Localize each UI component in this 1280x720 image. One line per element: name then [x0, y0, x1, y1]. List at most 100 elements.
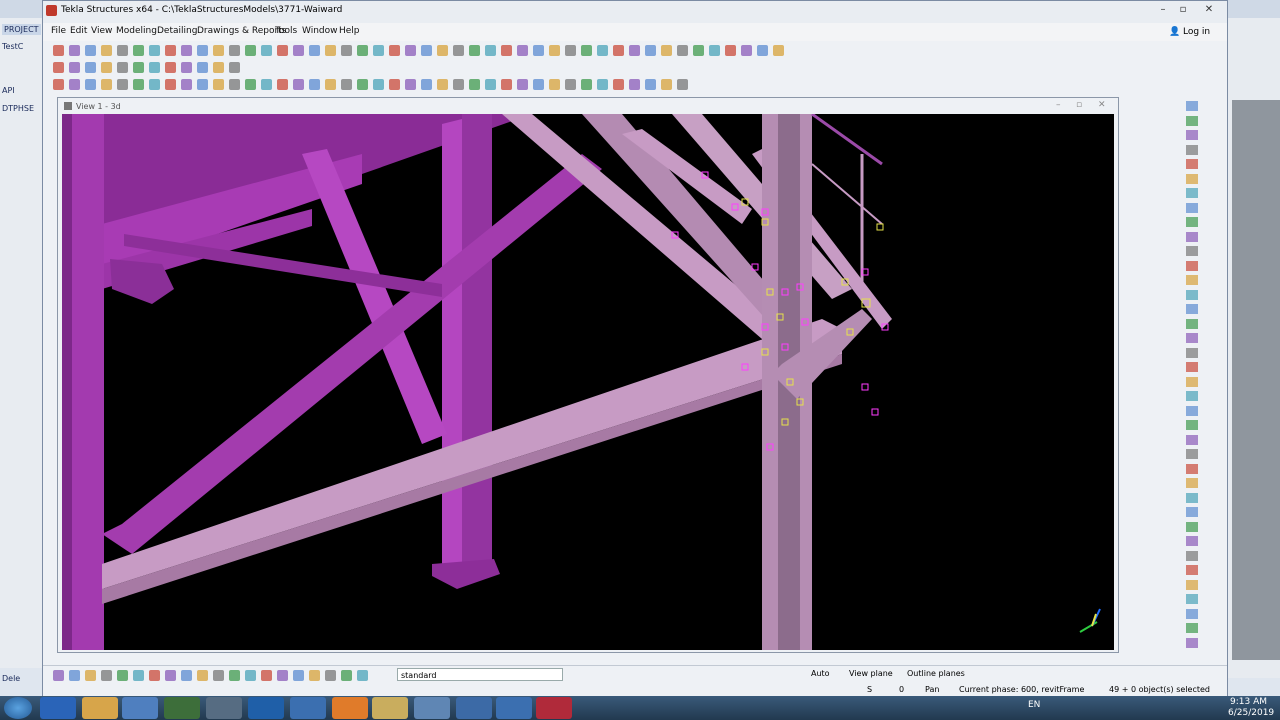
toolbar-icon[interactable] — [293, 79, 304, 90]
toolbar-icon[interactable] — [613, 79, 624, 90]
toolbar-icon[interactable] — [229, 79, 240, 90]
toolbar-icon[interactable] — [597, 45, 608, 56]
toolbar-icon[interactable] — [533, 79, 544, 90]
toolbar-icon[interactable] — [181, 62, 192, 73]
toolbar-icon[interactable] — [565, 79, 576, 90]
toolbar-icon[interactable] — [133, 45, 144, 56]
autocad-taskbar-icon[interactable] — [496, 697, 532, 719]
start-button[interactable] — [4, 697, 32, 719]
side-tool-icon[interactable] — [1186, 275, 1198, 285]
media-taskbar-icon[interactable] — [122, 697, 158, 719]
toolbar-icon[interactable] — [645, 79, 656, 90]
view-maximize-button[interactable]: ▫ — [1076, 100, 1082, 110]
toolbar-icon[interactable] — [661, 79, 672, 90]
toolbar-icon[interactable] — [85, 670, 96, 681]
toolbar-icon[interactable] — [613, 45, 624, 56]
toolbar-icon[interactable] — [181, 670, 192, 681]
language-indicator[interactable]: EN — [1028, 700, 1040, 710]
toolbar-icon[interactable] — [693, 45, 704, 56]
side-tool-icon[interactable] — [1186, 565, 1198, 575]
outline-planes-dropdown[interactable]: Outline planes — [907, 669, 965, 678]
menu-window[interactable]: Window — [302, 26, 338, 36]
toolbar-icon[interactable] — [309, 670, 320, 681]
user-icon[interactable]: 👤 — [1169, 27, 1180, 37]
view-close-button[interactable]: ✕ — [1098, 100, 1106, 110]
side-tool-icon[interactable] — [1186, 347, 1198, 358]
login-link[interactable]: Log in — [1183, 27, 1210, 37]
toolbar-icon[interactable] — [149, 45, 160, 56]
toolbar-icon[interactable] — [389, 45, 400, 56]
side-tool-icon[interactable] — [1186, 579, 1198, 590]
toolbar-icon[interactable] — [597, 79, 608, 90]
app-taskbar-icon[interactable] — [332, 697, 368, 719]
toolbar-icon[interactable] — [229, 670, 240, 681]
side-tool-icon[interactable] — [1186, 304, 1198, 314]
browser-item[interactable]: API — [2, 86, 15, 95]
toolbar-icon[interactable] — [389, 79, 400, 90]
app-taskbar-icon[interactable] — [414, 697, 450, 719]
toolbar-icon[interactable] — [117, 62, 128, 73]
toolbar-icon[interactable] — [661, 45, 672, 56]
toolbar-icon[interactable] — [309, 79, 320, 90]
menu-drawings-reports[interactable]: Drawings & Reports — [197, 26, 286, 36]
toolbar-icon[interactable] — [357, 45, 368, 56]
toolbar-icon[interactable] — [565, 45, 576, 56]
toolbar-icon[interactable] — [69, 62, 80, 73]
toolbar-icon[interactable] — [197, 45, 208, 56]
side-tool-icon[interactable] — [1186, 623, 1198, 633]
toolbar-icon[interactable] — [85, 45, 96, 56]
side-tool-icon[interactable] — [1186, 318, 1198, 329]
side-tool-icon[interactable] — [1186, 478, 1198, 488]
outlook-taskbar-icon[interactable] — [248, 697, 284, 719]
toolbar-icon[interactable] — [133, 62, 144, 73]
view-minimize-button[interactable]: – — [1056, 100, 1061, 110]
toolbar-icon[interactable] — [245, 670, 256, 681]
toolbar-icon[interactable] — [213, 62, 224, 73]
menu-detailing[interactable]: Detailing — [157, 26, 197, 36]
toolbar-icon[interactable] — [373, 45, 384, 56]
side-tool-icon[interactable] — [1186, 217, 1198, 227]
explorer-taskbar-icon[interactable] — [82, 697, 118, 719]
toolbar-icon[interactable] — [757, 45, 768, 56]
delete-label[interactable]: Dele — [2, 674, 20, 683]
toolbar-icon[interactable] — [453, 79, 464, 90]
toolbar-icon[interactable] — [149, 670, 160, 681]
toolbar-icon[interactable] — [325, 79, 336, 90]
3d-model-canvas[interactable] — [62, 114, 1114, 650]
browser-item[interactable]: TestC — [2, 42, 23, 51]
toolbar-icon[interactable] — [709, 45, 720, 56]
toolbar-icon[interactable] — [773, 45, 784, 56]
clock-date[interactable]: 6/25/2019 — [1228, 708, 1274, 718]
project-tab[interactable]: PROJECT — [2, 24, 41, 35]
toolbar-icon[interactable] — [53, 62, 64, 73]
toolbar-icon[interactable] — [277, 79, 288, 90]
toolbar-icon[interactable] — [405, 45, 416, 56]
close-button[interactable]: ✕ — [1201, 4, 1217, 16]
toolbar-icon[interactable] — [165, 62, 176, 73]
side-tool-icon[interactable] — [1186, 463, 1198, 474]
autocad-taskbar-icon[interactable] — [290, 697, 326, 719]
toolbar-icon[interactable] — [325, 45, 336, 56]
settings-select[interactable]: standard — [397, 668, 563, 681]
side-tool-icon[interactable] — [1186, 231, 1198, 242]
toolbar-icon[interactable] — [53, 45, 64, 56]
toolbar-icon[interactable] — [181, 45, 192, 56]
side-tool-icon[interactable] — [1186, 101, 1198, 111]
minimize-button[interactable]: – — [1155, 4, 1171, 16]
side-tool-icon[interactable] — [1186, 405, 1198, 416]
toolbar-icon[interactable] — [469, 79, 480, 90]
toolbar-icon[interactable] — [277, 45, 288, 56]
toolbar-icon[interactable] — [85, 62, 96, 73]
ie-taskbar-icon[interactable] — [40, 697, 76, 719]
side-tool-icon[interactable] — [1186, 362, 1198, 372]
toolbar-icon[interactable] — [357, 670, 368, 681]
toolbar-icon[interactable] — [53, 79, 64, 90]
toolbar-icon[interactable] — [117, 670, 128, 681]
side-tool-icon[interactable] — [1186, 521, 1198, 532]
side-tool-icon[interactable] — [1186, 260, 1198, 271]
toolbar-icon[interactable] — [677, 79, 688, 90]
toolbar-icon[interactable] — [549, 79, 560, 90]
toolbar-icon[interactable] — [485, 79, 496, 90]
side-tool-icon[interactable] — [1186, 202, 1198, 213]
toolbar-icon[interactable] — [69, 670, 80, 681]
